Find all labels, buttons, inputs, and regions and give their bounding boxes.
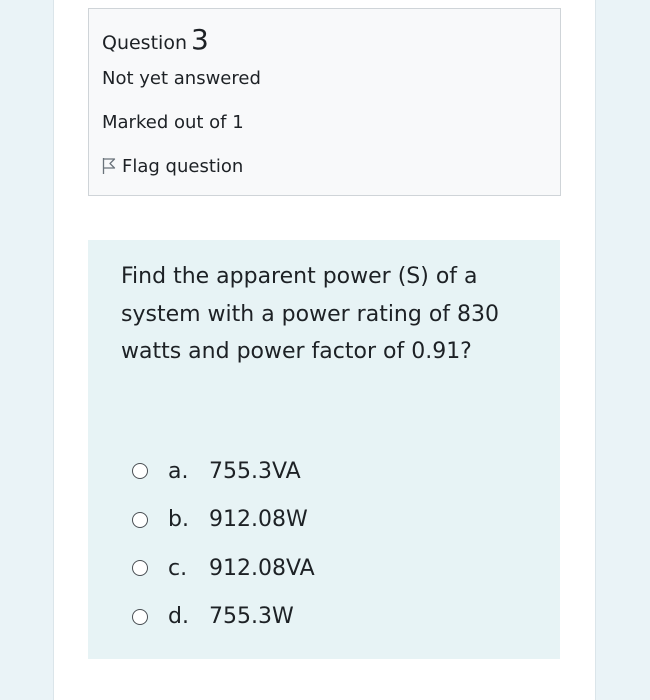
radio-button[interactable] <box>132 511 148 528</box>
option-text: 755.3W <box>209 604 294 630</box>
question-content: Find the apparent power (S) of a system … <box>88 240 560 659</box>
question-number: Question 3 <box>102 23 209 56</box>
answer-options: a. 755.3VA b. 912.08W c. 912.08VA d. 755… <box>132 447 315 641</box>
option-text: 912.08W <box>209 507 308 533</box>
answer-option-c[interactable]: c. 912.08VA <box>132 544 315 593</box>
flag-icon <box>102 158 116 174</box>
question-text: Find the apparent power (S) of a system … <box>121 264 500 364</box>
flag-question-link[interactable]: Flag question <box>102 156 243 177</box>
option-text: 755.3VA <box>209 458 301 484</box>
question-grade: Marked out of 1 <box>102 112 244 133</box>
flag-question-label: Flag question <box>122 156 244 177</box>
radio-button[interactable] <box>132 608 148 625</box>
option-letter: a. <box>168 458 189 484</box>
answer-option-b[interactable]: b. 912.08W <box>132 496 315 545</box>
radio-button[interactable] <box>132 463 148 480</box>
radio-button[interactable] <box>132 560 148 577</box>
option-letter: b. <box>168 507 189 533</box>
question-info-box: Question 3 Not yet answered Marked out of… <box>88 8 561 196</box>
question-number-value: 3 <box>190 23 209 56</box>
answer-option-a[interactable]: a. 755.3VA <box>132 447 315 496</box>
option-letter: d. <box>168 604 189 630</box>
option-letter: c. <box>168 555 188 581</box>
answer-option-d[interactable]: d. 755.3W <box>132 593 315 642</box>
question-state: Not yet answered <box>102 68 261 89</box>
question-label: Question <box>102 32 187 54</box>
option-text: 912.08VA <box>209 555 315 581</box>
